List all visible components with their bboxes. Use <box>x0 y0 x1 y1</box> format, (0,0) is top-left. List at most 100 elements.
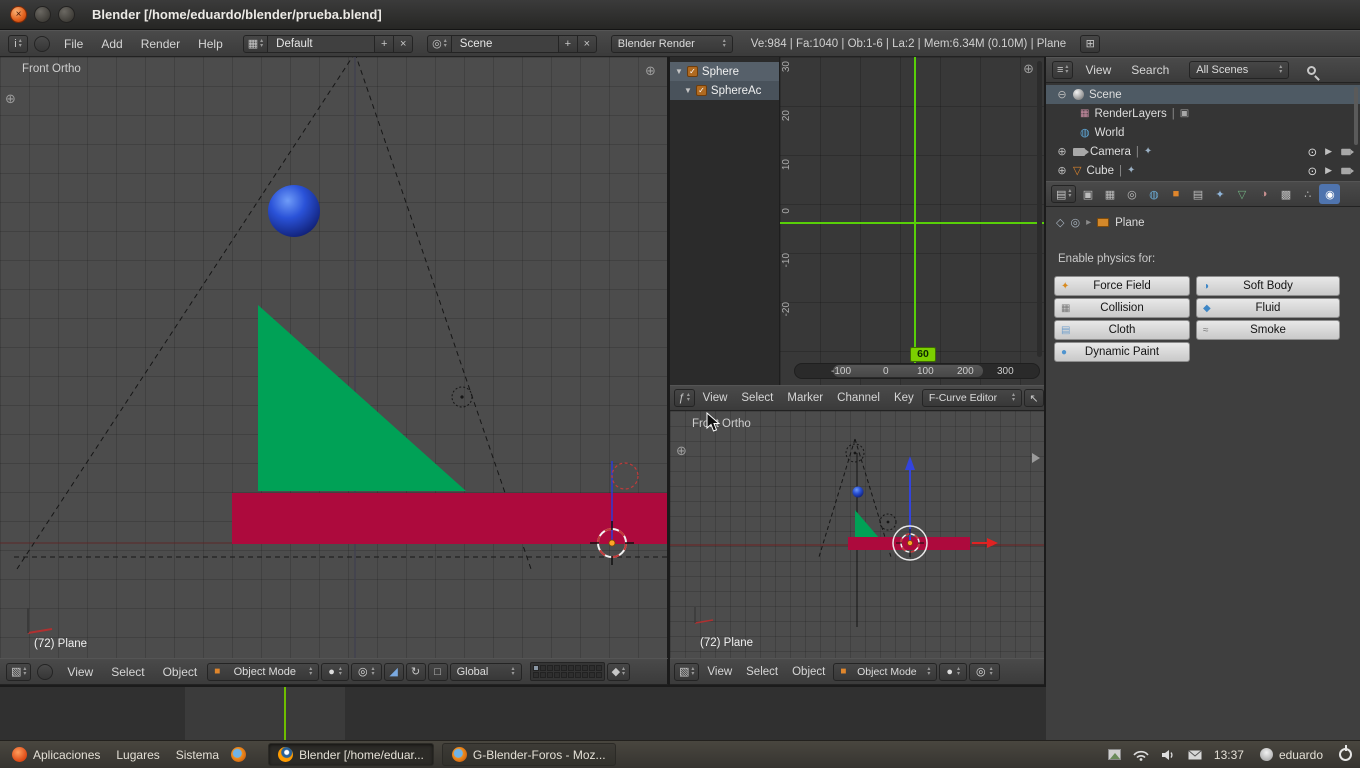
tab-texture[interactable]: ▩ <box>1275 184 1296 204</box>
menu-marker[interactable]: Marker <box>781 392 829 404</box>
properties-open-icon[interactable]: ⊕ <box>1023 61 1034 77</box>
graph-horizontal-scrollbar[interactable]: -100 0 100 200 300 <box>794 363 1040 379</box>
render-engine-dropdown[interactable]: Blender Render ▴▾ <box>611 35 733 53</box>
timeline-editor[interactable] <box>0 685 1046 740</box>
graph-vertical-scrollbar[interactable] <box>1037 61 1042 357</box>
outliner-item-renderlayers[interactable]: ▦ RenderLayers | ▣ <box>1046 104 1360 123</box>
expand-triangle-icon[interactable]: ▼ <box>684 86 692 95</box>
viewport-3d-secondary[interactable]: Front Ortho ⊕ (72) Plane <box>670 411 1046 658</box>
green-triangle-object[interactable] <box>258 305 466 491</box>
tab-physics[interactable]: ◉ <box>1319 184 1340 204</box>
screen-layout-delete-button[interactable]: × <box>393 35 413 53</box>
object-mode-dropdown[interactable]: ■ Object Mode ▴▾ <box>207 663 319 681</box>
window-minimize-button[interactable] <box>34 6 51 23</box>
tab-modifiers[interactable]: ✦ <box>1209 184 1230 204</box>
properties-open-icon[interactable]: ⊕ <box>645 63 656 79</box>
menu-channel[interactable]: Channel <box>831 392 886 404</box>
pin-icon[interactable]: ◇ <box>1056 216 1064 229</box>
toolshelf-open-icon[interactable]: ⊕ <box>676 443 687 459</box>
soft-body-button[interactable]: ◑ Soft Body <box>1196 276 1340 296</box>
fcurve-mode-dropdown[interactable]: F-Curve Editor ▴▾ <box>922 389 1022 407</box>
editor-type-info-button[interactable]: i▴▾ <box>8 35 28 53</box>
pivot-point-dropdown[interactable]: ◎▴▾ <box>969 663 1000 681</box>
screen-layout-name-field[interactable]: Default <box>267 35 375 53</box>
screen-layout-add-button[interactable]: + <box>374 35 394 53</box>
taskbar-window-firefox[interactable]: G-Blender-Foros - Moz... <box>442 743 616 766</box>
editor-divider[interactable] <box>668 57 670 685</box>
transform-orientation-dropdown[interactable]: Global ▴▾ <box>450 663 522 681</box>
fcurve-channel-list[interactable]: ▼ ✓ Sphere ▼ ✓ SphereAc <box>670 57 780 385</box>
tab-particles[interactable]: ∴ <box>1297 184 1318 204</box>
manipulator-x-arrow[interactable] <box>987 538 998 548</box>
expand-icon[interactable]: ⊕ <box>1056 145 1068 158</box>
menu-help[interactable]: Help <box>190 37 231 51</box>
menu-key[interactable]: Key <box>888 392 920 404</box>
tab-constraints[interactable]: ▤ <box>1187 184 1208 204</box>
outliner-filter-dropdown[interactable]: All Scenes ▴▾ <box>1189 61 1289 79</box>
menu-select[interactable]: Select <box>740 666 784 678</box>
menu-view[interactable]: View <box>697 392 734 404</box>
tab-object-data[interactable]: ▽ <box>1231 184 1252 204</box>
menu-view[interactable]: View <box>1077 63 1119 77</box>
manipulator-z-arrow[interactable] <box>905 456 915 470</box>
manipulator-translate-button[interactable]: ◢ <box>384 663 404 681</box>
search-icon[interactable] <box>1307 66 1320 75</box>
editor-type-fcurve-button[interactable]: ƒ▴▾ <box>674 389 695 407</box>
menu-add[interactable]: Add <box>93 37 130 51</box>
cloth-button[interactable]: ▤ Cloth <box>1054 320 1190 340</box>
toolshelf-open-icon[interactable]: ⊕ <box>5 91 16 107</box>
editor-type-3dview-button[interactable]: ▧▴▾ <box>674 663 699 681</box>
outliner-item-scene[interactable]: ⊖ Scene <box>1046 85 1360 104</box>
object-mode-dropdown[interactable]: ■ Object Mode ▴▾ <box>833 663 937 681</box>
tab-object[interactable]: ■ <box>1165 184 1186 204</box>
editor-type-properties-button[interactable]: ▤▴▾ <box>1051 185 1076 203</box>
pivot-point-dropdown[interactable]: ◎▴▾ <box>351 663 382 681</box>
menu-view[interactable]: View <box>701 666 738 678</box>
manipulator-scale-button[interactable]: □ <box>428 663 448 681</box>
fcurve-graph-area[interactable]: 30 20 10 0 -10 -20 60 -100 0 100 200 300… <box>780 57 1046 385</box>
firefox-launcher-icon[interactable] <box>231 747 246 762</box>
scene-add-button[interactable]: + <box>558 35 578 53</box>
menu-file[interactable]: File <box>56 37 91 51</box>
system-menu[interactable]: Sistema <box>172 748 223 762</box>
channel-checkbox[interactable]: ✓ <box>696 85 707 96</box>
current-frame-line[interactable] <box>914 57 916 363</box>
channel-row-sphere[interactable]: ▼ ✓ Sphere <box>670 62 779 81</box>
layers-widget[interactable] <box>530 662 605 681</box>
menu-select[interactable]: Select <box>735 392 779 404</box>
places-menu[interactable]: Lugares <box>112 748 163 762</box>
scene-delete-button[interactable]: × <box>577 35 597 53</box>
collapse-menus-button[interactable] <box>34 36 50 52</box>
fluid-button[interactable]: ◆ Fluid <box>1196 298 1340 318</box>
snap-toggle-button[interactable]: ◆▴▾ <box>607 663 630 681</box>
scene-name-field[interactable]: Scene <box>451 35 559 53</box>
expand-triangle-icon[interactable]: ▼ <box>675 67 683 76</box>
window-close-button[interactable]: × <box>10 6 27 23</box>
outliner-item-cube[interactable]: ⊕ ▽ Cube | ✦ ⊙ ▶ <box>1046 161 1360 180</box>
taskbar-window-blender[interactable]: Blender [/home/eduar... <box>268 743 434 766</box>
tab-scene[interactable]: ◎ <box>1121 184 1142 204</box>
dynamic-paint-button[interactable]: ● Dynamic Paint <box>1054 342 1190 362</box>
tab-world[interactable]: ◍ <box>1143 184 1164 204</box>
timeline-current-frame-line[interactable] <box>284 687 286 740</box>
window-maximize-button[interactable] <box>58 6 75 23</box>
viewport-shading-dropdown[interactable]: ●▴▾ <box>939 663 967 681</box>
menu-object[interactable]: Object <box>155 665 206 679</box>
blue-sphere-object[interactable] <box>268 185 320 237</box>
blue-sphere-object[interactable] <box>853 487 864 498</box>
tab-material[interactable]: ◑ <box>1253 184 1274 204</box>
smoke-button[interactable]: ≈ Smoke <box>1196 320 1340 340</box>
renderability-camera-icon[interactable] <box>1341 148 1351 154</box>
user-menu[interactable]: eduardo <box>1256 748 1327 762</box>
viewport-shading-dropdown[interactable]: ●▴▾ <box>321 663 349 681</box>
properties-panel[interactable]: ◇ ◎ ▸ Plane Enable physics for: ✦ Force … <box>1046 207 1360 740</box>
outliner-tree[interactable]: ⊖ Scene ▦ RenderLayers | ▣ ◍ World ⊕ Cam… <box>1046 83 1360 181</box>
expand-icon[interactable]: ⊕ <box>1056 164 1068 177</box>
visibility-eye-icon[interactable]: ⊙ <box>1307 164 1317 178</box>
wifi-icon[interactable] <box>1133 749 1149 761</box>
channel-row-sphereac[interactable]: ▼ ✓ SphereAc <box>670 81 779 100</box>
clock[interactable]: 13:37 <box>1214 748 1244 762</box>
red-plane-object[interactable] <box>232 493 667 544</box>
viewport-3d-main[interactable]: Front Ortho ⊕ ⊕ (72) Plane <box>0 57 670 658</box>
visibility-eye-icon[interactable]: ⊙ <box>1307 145 1317 159</box>
